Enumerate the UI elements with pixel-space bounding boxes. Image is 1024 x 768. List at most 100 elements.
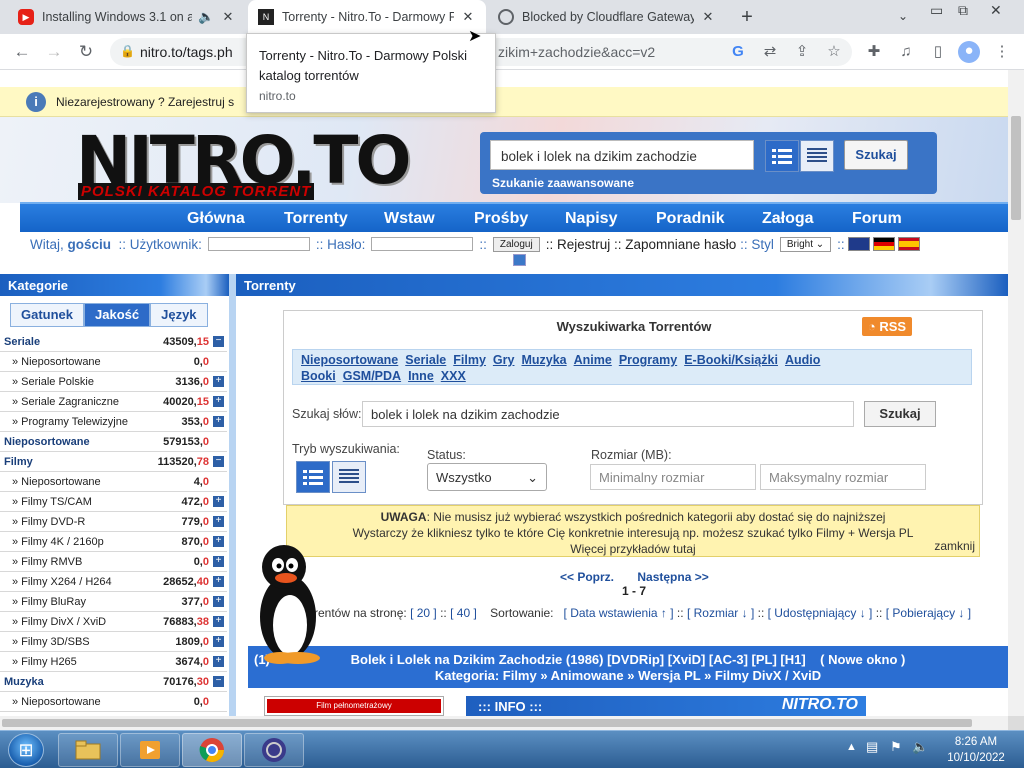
table-mode-icon[interactable] xyxy=(332,461,366,493)
tab-language[interactable]: Język xyxy=(150,303,208,327)
expand-toggle-icon[interactable]: + xyxy=(213,616,224,627)
close-notice-link[interactable]: zamknij xyxy=(934,538,975,554)
nav-home[interactable]: Główna xyxy=(187,210,245,228)
category-name[interactable]: » Filmy TS/CAM xyxy=(0,496,143,508)
category-row[interactable]: » Filmy DivX / XviD 76883, 38 + xyxy=(0,612,227,632)
category-row[interactable]: » Seriale Zagraniczne 40020, 15 + xyxy=(0,392,227,412)
new-window-link[interactable]: ( Nowe okno ) xyxy=(820,652,905,667)
password-input[interactable] xyxy=(371,237,474,251)
nav-requests[interactable]: Prośby xyxy=(474,210,528,228)
forward-icon[interactable]: → xyxy=(44,42,64,62)
torrent-client-taskbar-icon[interactable] xyxy=(244,733,304,767)
expand-toggle-icon[interactable]: − xyxy=(213,676,224,687)
category-name[interactable]: » Filmy 4K / 2160p xyxy=(0,536,143,548)
category-name[interactable]: » Filmy RMVB xyxy=(0,556,143,568)
forgot-password-link[interactable]: :: Zapomniane hasło xyxy=(614,237,736,252)
minimize-icon[interactable]: ▭ xyxy=(930,2,943,19)
category-row[interactable]: » Nieposortowane 0, 0 xyxy=(0,692,227,712)
tab-nitro[interactable]: N Torrenty - Nitro.To - Darmowy Po ✕ xyxy=(248,0,486,34)
category-name[interactable]: » Filmy X264 / H264 xyxy=(0,576,137,588)
chrome-taskbar-icon[interactable] xyxy=(182,733,242,767)
reload-icon[interactable]: ↻ xyxy=(76,42,96,62)
expand-toggle-icon[interactable]: + xyxy=(213,376,224,387)
category-name[interactable]: Muzyka xyxy=(0,676,137,688)
speaker-icon[interactable]: 🔈 xyxy=(198,9,214,25)
category-name[interactable]: » Filmy DivX / XviD xyxy=(0,616,137,628)
expand-toggle-icon[interactable]: − xyxy=(213,336,224,347)
category-link[interactable]: Filmy xyxy=(453,353,486,367)
expand-toggle-icon[interactable]: + xyxy=(213,416,224,427)
category-link[interactable]: GSM/PDA xyxy=(343,369,401,383)
prev-page-link[interactable]: << Poprz. xyxy=(560,570,614,584)
category-row[interactable]: » Filmy H265 3674, 0 + xyxy=(0,652,227,672)
category-row[interactable]: » Filmy X264 / H264 28652, 40 + xyxy=(0,572,227,592)
tab-genre[interactable]: Gatunek xyxy=(10,303,85,327)
category-name[interactable]: » Filmy H265 xyxy=(0,656,143,668)
category-row[interactable]: » Filmy RMVB 0, 0 + xyxy=(0,552,227,572)
expand-toggle-icon[interactable]: + xyxy=(213,496,224,507)
list-mode-icon[interactable] xyxy=(296,461,330,493)
sort-seeders[interactable]: [ Udostępniający ↓ ] xyxy=(768,606,873,620)
result-poster[interactable]: Film pełnometrażowy xyxy=(264,696,444,716)
category-row[interactable]: » Filmy BluRay 377, 0 + xyxy=(0,592,227,612)
result-category[interactable]: Kategoria: Filmy » Animowane » Wersja PL… xyxy=(248,668,1008,684)
table-mode-icon[interactable] xyxy=(800,140,834,172)
sort-size[interactable]: [ Rozmiar ↓ ] xyxy=(687,606,754,620)
style-select[interactable]: Bright ⌄ xyxy=(779,236,832,252)
expand-toggle-icon[interactable]: + xyxy=(213,516,224,527)
tab-cloudflare[interactable]: Blocked by Cloudflare Gateway ✕ xyxy=(488,0,726,34)
per-page-40[interactable]: [ 40 ] xyxy=(450,606,477,620)
category-name[interactable]: Seriale xyxy=(0,336,137,348)
nav-guide[interactable]: Poradnik xyxy=(656,210,724,228)
next-page-link[interactable]: Następna >> xyxy=(637,570,708,584)
close-window-icon[interactable]: ✕ xyxy=(990,2,1002,19)
category-name[interactable]: » Programy Telewizyjne xyxy=(0,416,143,428)
category-row[interactable]: Filmy 113520, 78− xyxy=(0,452,227,472)
expand-toggle-icon[interactable]: + xyxy=(213,396,224,407)
flag-uk-icon[interactable] xyxy=(847,237,870,251)
register-link[interactable]: :: Rejestruj xyxy=(546,237,611,252)
media-icon[interactable]: ♫ xyxy=(896,42,916,62)
max-size-input[interactable]: Maksymalny rozmiar xyxy=(760,464,926,490)
flag-de-icon[interactable] xyxy=(872,237,895,251)
category-row[interactable]: » Filmy DVD-R 779, 0 + xyxy=(0,512,227,532)
category-link[interactable]: E-Booki/Książki xyxy=(684,353,778,367)
sort-date[interactable]: [ Data wstawienia ↑ ] xyxy=(564,606,674,620)
restore-icon[interactable]: ⧉ xyxy=(958,2,968,19)
expand-toggle-icon[interactable]: − xyxy=(213,456,224,467)
profile-avatar-icon[interactable]: ● xyxy=(958,41,980,63)
per-page-20[interactable]: [ 20 ] xyxy=(410,606,437,620)
login-button[interactable]: Zaloguj xyxy=(492,236,540,252)
category-row[interactable]: Nieposortowane 579153, 0 xyxy=(0,432,227,452)
horizontal-scrollbar[interactable] xyxy=(0,716,1008,730)
expand-toggle-icon[interactable]: + xyxy=(213,576,224,587)
category-name[interactable]: » Nieposortowane xyxy=(0,696,143,708)
category-row[interactable]: Seriale 43509, 15− xyxy=(0,332,227,352)
category-row[interactable]: Muzyka 70176, 30− xyxy=(0,672,227,692)
side-panel-icon[interactable]: ▯ xyxy=(928,42,948,62)
category-link[interactable]: Inne xyxy=(408,369,434,383)
category-name[interactable]: » Nieposortowane xyxy=(0,356,143,368)
category-row[interactable]: » Filmy 3D/SBS 1809, 0 + xyxy=(0,632,227,652)
new-tab-button[interactable]: + xyxy=(736,6,758,28)
close-tab-icon[interactable]: ✕ xyxy=(700,9,716,25)
advanced-search-link[interactable]: Szukanie zaawansowane xyxy=(492,176,634,190)
expand-toggle-icon[interactable]: + xyxy=(213,596,224,607)
status-select[interactable]: Wszystko ⌄ xyxy=(427,463,547,491)
start-button-icon[interactable]: ⊞ xyxy=(8,733,44,767)
category-link[interactable]: Muzyka xyxy=(521,353,566,367)
nav-staff[interactable]: Załoga xyxy=(762,210,814,228)
tab-search-icon[interactable]: ⌄ xyxy=(898,9,908,23)
category-name[interactable]: » Filmy DVD-R xyxy=(0,516,143,528)
category-row[interactable]: » Filmy 4K / 2160p 870, 0 + xyxy=(0,532,227,552)
category-name[interactable]: » Nieposortowane xyxy=(0,476,143,488)
flag-es-icon[interactable] xyxy=(897,237,920,251)
category-link[interactable]: XXX xyxy=(441,369,466,383)
search-words-button[interactable]: Szukaj xyxy=(864,401,936,427)
google-icon[interactable]: G xyxy=(728,42,748,62)
toggle-header-icon[interactable] xyxy=(513,254,526,266)
category-link[interactable]: Anime xyxy=(574,353,612,367)
extensions-icon[interactable]: ✚ xyxy=(864,42,884,62)
scroll-thumb[interactable] xyxy=(2,719,972,727)
expand-toggle-icon[interactable]: + xyxy=(213,636,224,647)
